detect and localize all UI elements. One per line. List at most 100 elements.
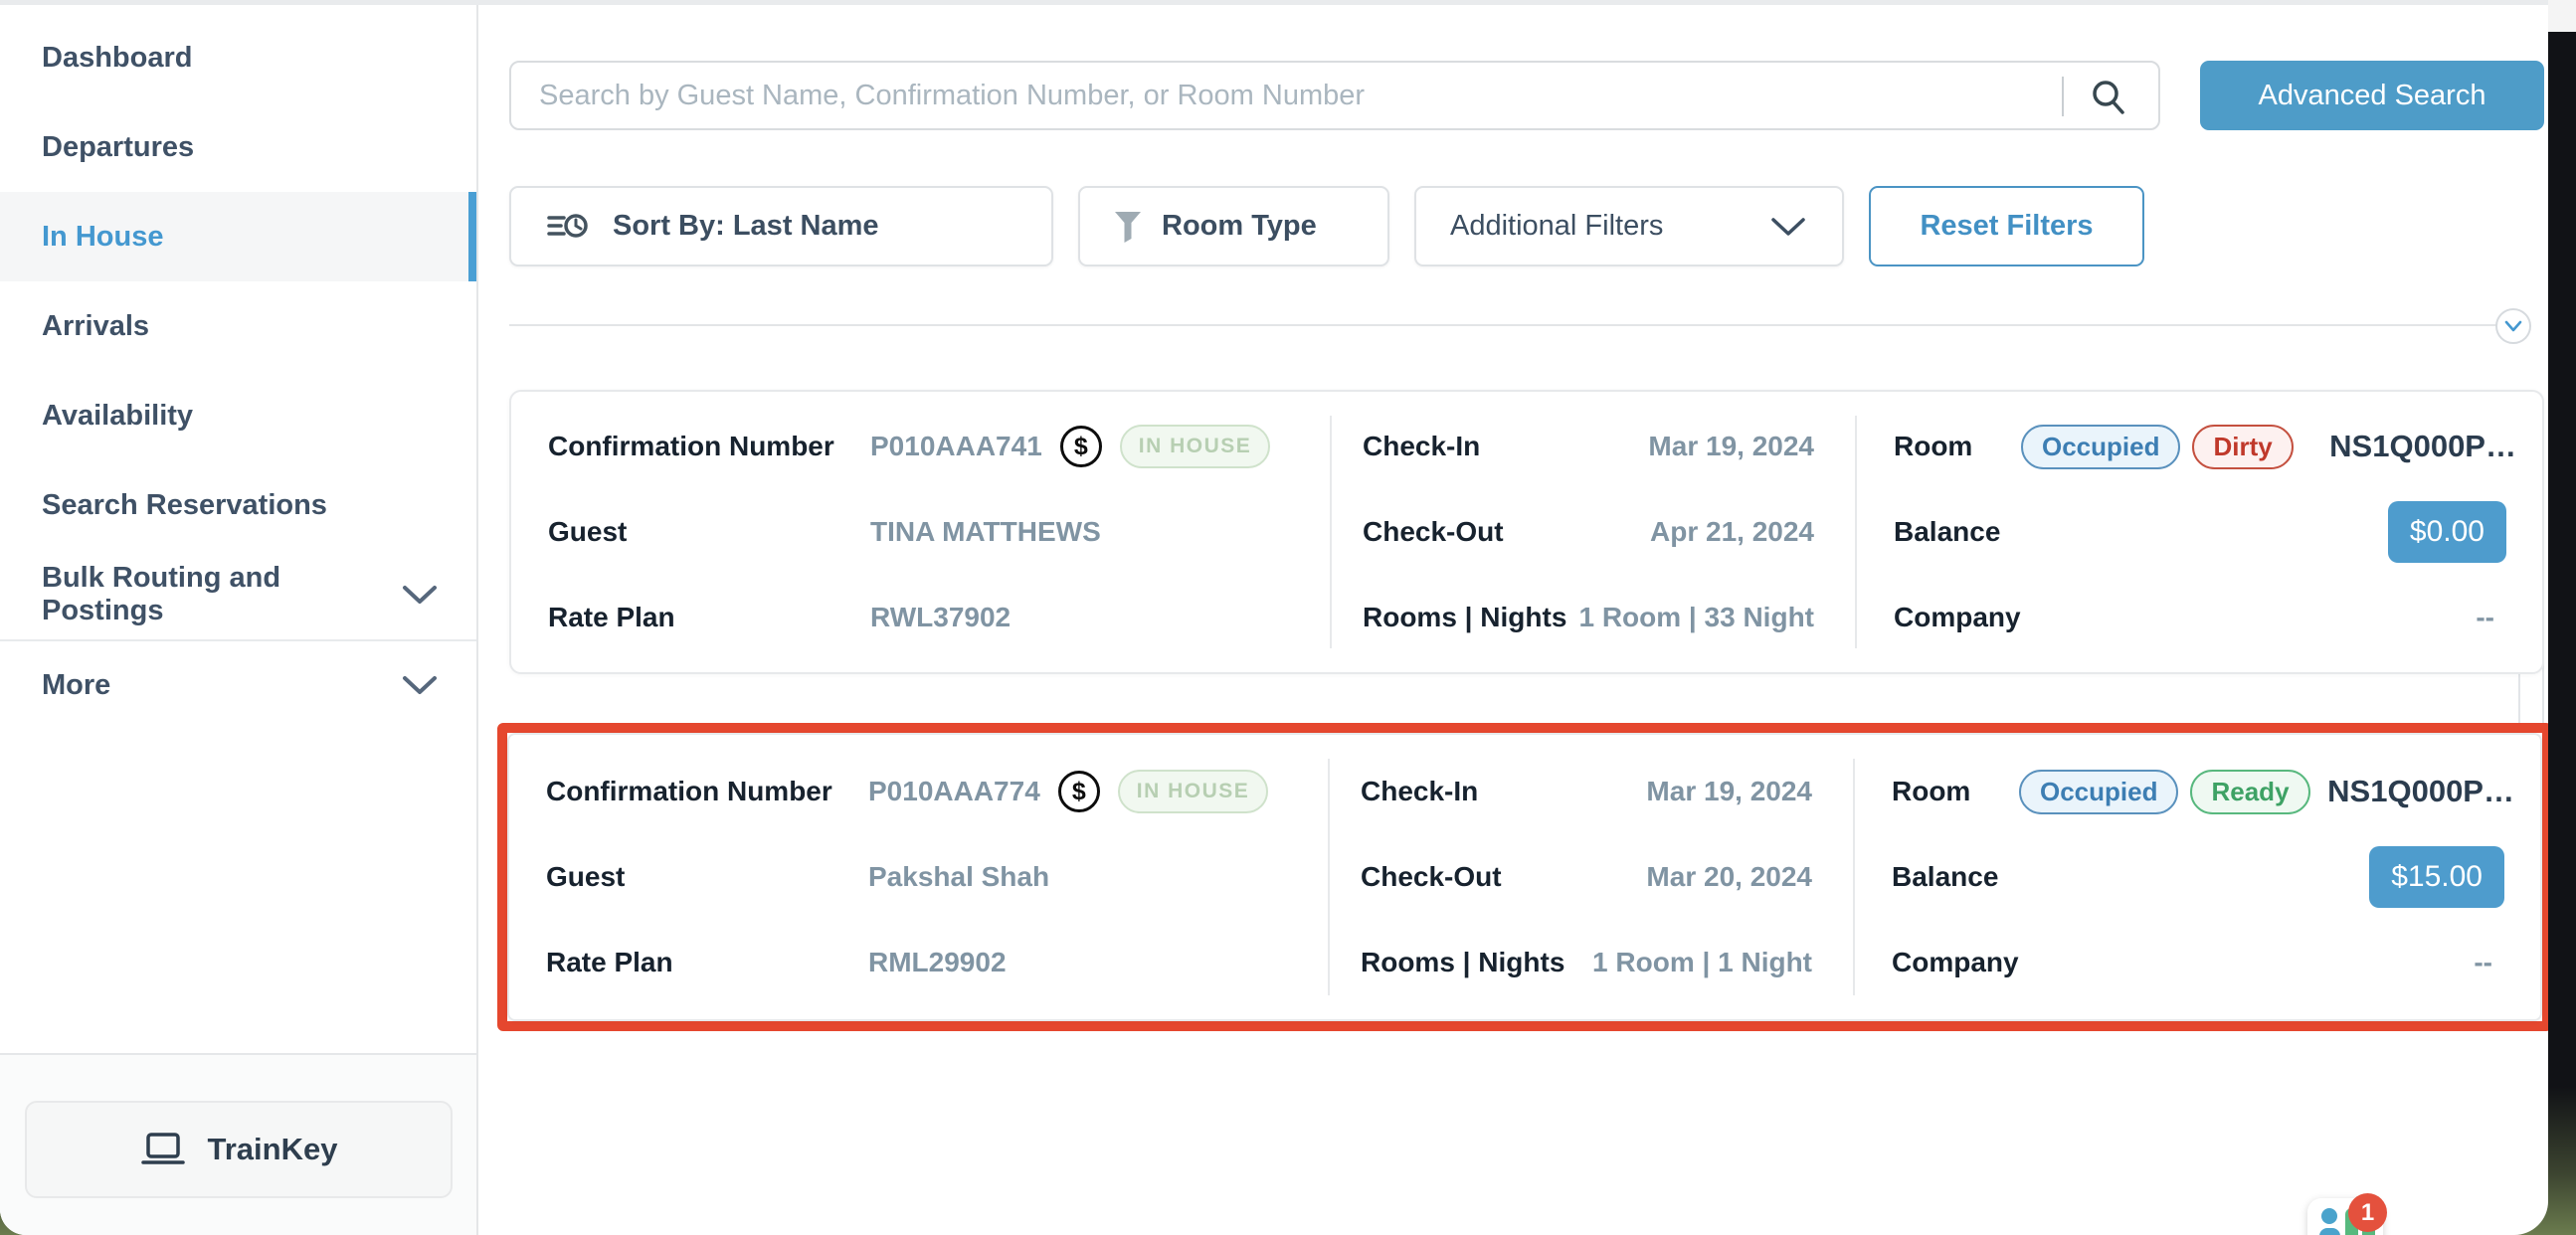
dollar-icon[interactable]: $: [1060, 426, 1102, 467]
confirmation-number-label: Confirmation Number: [548, 431, 870, 462]
balance-label: Balance: [1892, 861, 2019, 893]
sidebar-item-label: More: [42, 669, 110, 702]
balance-button[interactable]: $15.00: [2369, 846, 2504, 908]
selection-highlight-border: Confirmation Number P010AAA774 $ IN HOUS…: [497, 723, 2548, 1031]
rooms-nights-value: 1 Room | 1 Night: [1592, 947, 1812, 978]
sidebar-item-label: Availability: [42, 400, 193, 433]
sidebar-item-label: Dashboard: [42, 42, 192, 75]
card-dates-column: Check-In Mar 19, 2024 Check-Out Apr 21, …: [1330, 392, 1855, 672]
check-out-date: Mar 20, 2024: [1646, 861, 1812, 893]
check-in-label: Check-In: [1361, 776, 1478, 807]
company-label: Company: [1894, 602, 2021, 633]
guest-name: Pakshal Shah: [868, 861, 1049, 893]
card-guest-column: Confirmation Number P010AAA774 $ IN HOUS…: [509, 735, 1328, 1019]
trainkey-label: TrainKey: [208, 1132, 338, 1167]
balance-button[interactable]: $0.00: [2388, 501, 2506, 563]
room-label: Room: [1894, 431, 2021, 462]
company-value: --: [2476, 602, 2494, 633]
confirmation-number-label: Confirmation Number: [546, 776, 868, 807]
guest-label: Guest: [546, 861, 868, 893]
in-house-status-badge: IN HOUSE: [1118, 770, 1269, 813]
search-input[interactable]: [539, 63, 2001, 128]
check-in-date: Mar 19, 2024: [1648, 431, 1814, 462]
sidebar-nav: Dashboard Departures In House Arrivals A…: [0, 13, 476, 729]
additional-filters-dropdown[interactable]: Additional Filters: [1414, 186, 1844, 266]
check-out-label: Check-Out: [1361, 861, 1502, 893]
sidebar-item-label: Bulk Routing and Postings: [42, 562, 401, 627]
room-dirty-badge: Dirty: [2192, 425, 2293, 469]
chevron-down-icon: [2503, 319, 2523, 333]
app-window: Dashboard Departures In House Arrivals A…: [0, 0, 2548, 1235]
sidebar-item-departures[interactable]: Departures: [0, 102, 476, 192]
company-label: Company: [1892, 947, 2019, 978]
card-room-column: Room Occupied Dirty NS1Q000P… Balance $0…: [1855, 392, 2546, 672]
section-divider: [509, 324, 2498, 326]
rate-plan-label: Rate Plan: [546, 947, 868, 978]
trainkey-button[interactable]: TrainKey: [25, 1101, 453, 1198]
room-occupied-badge: Occupied: [2021, 425, 2180, 469]
room-type-label: Room Type: [1162, 210, 1317, 243]
card-room-column: Room Occupied Ready NS1Q000P… Balance $1…: [1853, 735, 2544, 1019]
sidebar-item-label: Search Reservations: [42, 489, 327, 522]
sort-icon: [547, 209, 591, 245]
search-bar: [509, 61, 2160, 130]
confirmation-number-value: P010AAA774: [868, 776, 1040, 807]
dollar-glyph: $: [1074, 433, 1088, 461]
search-divider: [2062, 77, 2064, 116]
sidebar-item-in-house[interactable]: In House: [0, 192, 476, 281]
sidebar-item-search-reservations[interactable]: Search Reservations: [0, 460, 476, 550]
notification-badge: 1: [2348, 1193, 2387, 1232]
sidebar-item-label: Arrivals: [42, 310, 149, 343]
dollar-icon[interactable]: $: [1058, 771, 1100, 812]
sort-by-button[interactable]: Sort By: Last Name: [509, 186, 1053, 266]
background-window-sliver: [2548, 0, 2576, 32]
room-type-button[interactable]: Room Type: [1078, 186, 1389, 266]
sidebar: Dashboard Departures In House Arrivals A…: [0, 5, 478, 1235]
chevron-down-icon: [401, 583, 439, 607]
rooms-nights-label: Rooms | Nights: [1361, 947, 1564, 978]
search-icon[interactable]: [2087, 76, 2130, 119]
guest-name: TINA MATTHEWS: [870, 516, 1101, 548]
guest-label: Guest: [548, 516, 870, 548]
balance-label: Balance: [1894, 516, 2021, 548]
confirmation-number-value: P010AAA741: [870, 431, 1042, 462]
room-label: Room: [1892, 776, 2019, 807]
chevron-down-icon: [401, 673, 439, 697]
sort-by-label: Sort By: Last Name: [613, 210, 879, 243]
collapse-section-button[interactable]: [2495, 308, 2531, 344]
reservation-card[interactable]: Confirmation Number P010AAA741 $ IN HOUS…: [509, 390, 2544, 674]
card-guest-column: Confirmation Number P010AAA741 $ IN HOUS…: [511, 392, 1330, 672]
rooms-nights-value: 1 Room | 33 Night: [1578, 602, 1814, 633]
reservation-card[interactable]: Confirmation Number P010AAA774 $ IN HOUS…: [507, 733, 2542, 1021]
room-number: NS1Q000P…: [2327, 774, 2514, 809]
room-number: NS1Q000P…: [2329, 429, 2516, 464]
room-ready-badge: Ready: [2190, 770, 2309, 814]
sidebar-item-label: Departures: [42, 131, 194, 164]
sidebar-item-availability[interactable]: Availability: [0, 371, 476, 460]
advanced-search-button[interactable]: Advanced Search: [2200, 61, 2544, 130]
check-out-label: Check-Out: [1363, 516, 1504, 548]
reset-filters-button[interactable]: Reset Filters: [1869, 186, 2144, 266]
sidebar-item-label: In House: [42, 221, 163, 254]
laptop-icon: [140, 1130, 186, 1169]
rate-plan-value: RML29902: [868, 947, 1007, 978]
rate-plan-label: Rate Plan: [548, 602, 870, 633]
check-in-date: Mar 19, 2024: [1646, 776, 1812, 807]
sidebar-item-more[interactable]: More: [0, 639, 476, 729]
filter-funnel-icon: [1112, 209, 1144, 245]
rate-plan-value: RWL37902: [870, 602, 1011, 633]
company-value: --: [2474, 947, 2492, 978]
sidebar-item-arrivals[interactable]: Arrivals: [0, 281, 476, 371]
chevron-down-icon: [1768, 214, 1808, 240]
additional-filters-label: Additional Filters: [1450, 210, 1663, 243]
rooms-nights-label: Rooms | Nights: [1363, 602, 1566, 633]
reset-filters-label: Reset Filters: [1920, 210, 2093, 243]
dollar-glyph: $: [1072, 778, 1086, 806]
sidebar-item-bulk-routing-and-postings[interactable]: Bulk Routing and Postings: [0, 550, 476, 639]
room-occupied-badge: Occupied: [2019, 770, 2178, 814]
check-out-date: Apr 21, 2024: [1650, 516, 1814, 548]
in-house-status-badge: IN HOUSE: [1120, 425, 1271, 468]
sidebar-item-dashboard[interactable]: Dashboard: [0, 13, 476, 102]
card-dates-column: Check-In Mar 19, 2024 Check-Out Mar 20, …: [1328, 735, 1853, 1019]
check-in-label: Check-In: [1363, 431, 1480, 462]
